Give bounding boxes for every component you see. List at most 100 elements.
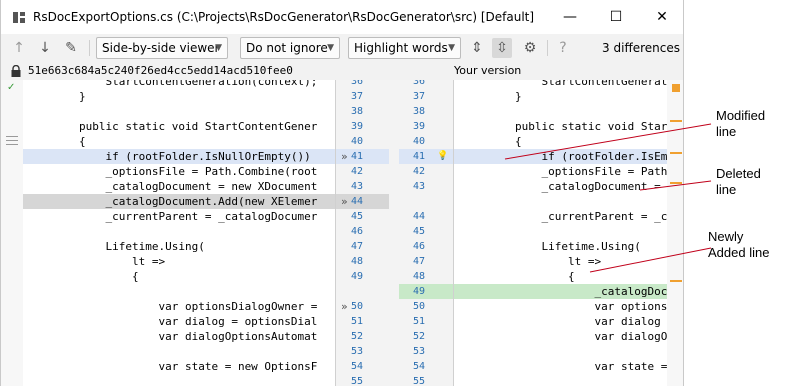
warning-stripe-mark: [672, 84, 680, 92]
right-line-number: 45: [412, 226, 425, 237]
window-title: RsDocExportOptions.cs (C:\Projects\RsDoc…: [33, 10, 535, 24]
right-line-number: 49: [412, 286, 425, 297]
stripe-mark: [6, 136, 18, 137]
viewer-select[interactable]: Side-by-side viewer ▼: [96, 37, 228, 59]
collapse-unchanged-icon[interactable]: ⇕: [468, 38, 486, 58]
deleted-line-annotation: Deleted line: [716, 166, 761, 197]
right-error-stripe: [667, 80, 683, 386]
panel-divider: [453, 80, 454, 386]
right-code-line: _optionsFile = Path.: [515, 165, 667, 178]
left-code-line: _catalogDocument.Add(new XElemer: [23, 194, 335, 209]
right-code-line: _currentParent = _ca: [515, 210, 667, 223]
diff-editor: ✓ StartContentGeneration(context);} publi…: [1, 80, 683, 386]
right-line-number: 51: [412, 316, 425, 327]
warning-stripe-mark: [670, 182, 682, 184]
highlight-select[interactable]: Highlight words ▼: [348, 37, 461, 59]
left-code-line: [23, 224, 335, 239]
warning-stripe-mark: [670, 280, 682, 282]
right-line-number: 43: [412, 181, 425, 192]
toolbar-separator: [547, 40, 548, 56]
stripe-mark: [6, 140, 18, 141]
left-code-line: [23, 344, 335, 359]
right-line-number: 50: [412, 301, 425, 312]
left-line-number: 49: [350, 271, 363, 282]
maximize-button[interactable]: ☐: [593, 0, 639, 34]
revision-info-bar: 51e663c684a5c240f26ed4cc5edd14acd510fee0…: [1, 62, 683, 80]
left-code-line: }: [79, 90, 86, 103]
left-code-line: Lifetime.Using(: [79, 240, 205, 253]
apply-change-arrow-icon[interactable]: »: [341, 194, 348, 209]
right-code-line: StartContentGeneratio: [515, 80, 667, 88]
minimize-button[interactable]: —: [547, 0, 593, 34]
ignore-select-value: Do not ignore: [246, 41, 328, 55]
right-line-number: 53: [412, 346, 425, 357]
left-line-number: 47: [350, 241, 363, 252]
right-code-line: }: [515, 90, 522, 103]
left-line-number: 39: [350, 121, 363, 132]
left-code-line: _currentParent = _catalogDocumer: [79, 210, 318, 223]
settings-gear-icon[interactable]: ⚙: [521, 38, 539, 58]
lock-icon: [11, 65, 21, 77]
right-line-number: 44: [412, 211, 425, 222]
title-bar: RsDocExportOptions.cs (C:\Projects\RsDoc…: [1, 0, 683, 34]
stripe-mark: [6, 144, 18, 145]
left-line-number: 37: [350, 91, 363, 102]
right-code-line: var dialog =: [515, 315, 667, 328]
left-code-line: public static void StartContentGener: [79, 120, 318, 133]
right-line-number: 36: [412, 80, 425, 87]
right-line-number: 38: [412, 106, 425, 117]
left-code-line: {: [79, 135, 86, 148]
toolbar-separator: [89, 40, 90, 56]
left-code-line: if (rootFolder.IsNullOrEmpty()): [23, 149, 335, 164]
right-line-number: 46: [412, 241, 425, 252]
ignore-whitespace-select[interactable]: Do not ignore ▼: [240, 37, 340, 59]
right-code-line: {: [515, 135, 522, 148]
right-code-line: if (rootFolder.IsEmp: [453, 149, 667, 164]
previous-difference-icon[interactable]: ↑: [11, 38, 27, 58]
left-line-number: 42: [350, 166, 363, 177]
left-error-stripe: ✓: [1, 80, 23, 386]
warning-stripe-mark: [670, 120, 682, 122]
left-line-number: 52: [350, 331, 363, 342]
chevron-down-icon: ▼: [448, 43, 455, 53]
left-line-number: 51: [350, 316, 363, 327]
left-line-number: 54: [350, 361, 363, 372]
chevron-down-icon: ▼: [215, 43, 222, 53]
edit-source-icon[interactable]: ✎: [63, 38, 79, 58]
left-line-number: 48: [350, 256, 363, 267]
differences-count: 3 differences: [602, 41, 680, 55]
left-code-panel[interactable]: StartContentGeneration(context);} public …: [23, 80, 335, 386]
help-icon[interactable]: ?: [556, 38, 570, 58]
right-line-number: 52: [412, 331, 425, 342]
right-code-line: var state =: [515, 360, 667, 373]
left-code-line: var optionsDialogOwner =: [79, 300, 318, 313]
viewer-select-value: Side-by-side viewer: [102, 41, 220, 55]
left-code-line: {: [79, 270, 139, 283]
left-revision-hash: 51e663c684a5c240f26ed4cc5edd14acd510fee0: [28, 64, 293, 77]
left-code-line: _catalogDocument = new XDocument: [79, 180, 318, 193]
right-line-number: 55: [412, 376, 425, 386]
chevron-down-icon: ▼: [327, 43, 334, 53]
apply-change-arrow-icon[interactable]: »: [341, 299, 348, 314]
left-code-line: var dialog = optionsDial: [79, 315, 318, 328]
right-code-line: _catalogDocu: [453, 284, 667, 299]
right-code-line: var options: [515, 300, 667, 313]
left-line-number: 53: [350, 346, 363, 357]
next-difference-icon[interactable]: ↓: [37, 38, 53, 58]
right-version-label: Your version: [454, 64, 522, 77]
right-line-number: 39: [412, 121, 425, 132]
right-code-line: {: [515, 270, 575, 283]
right-code-line: public static void Start: [515, 120, 667, 133]
left-line-number: [339, 284, 363, 299]
right-code-line: [453, 224, 667, 239]
apply-change-arrow-icon[interactable]: »: [341, 149, 348, 164]
left-line-number: 46: [350, 226, 363, 237]
synchronize-scrolling-icon[interactable]: ⇳: [492, 38, 512, 58]
right-line-number: 48: [412, 271, 425, 282]
right-code-panel[interactable]: StartContentGeneratio} public static void…: [453, 80, 667, 386]
diff-window: RsDocExportOptions.cs (C:\Projects\RsDoc…: [0, 0, 684, 386]
lightbulb-icon[interactable]: 💡: [437, 149, 448, 164]
close-button[interactable]: ✕: [639, 0, 683, 34]
right-line-number: 41: [412, 151, 425, 162]
right-line-number: 42: [412, 166, 425, 177]
